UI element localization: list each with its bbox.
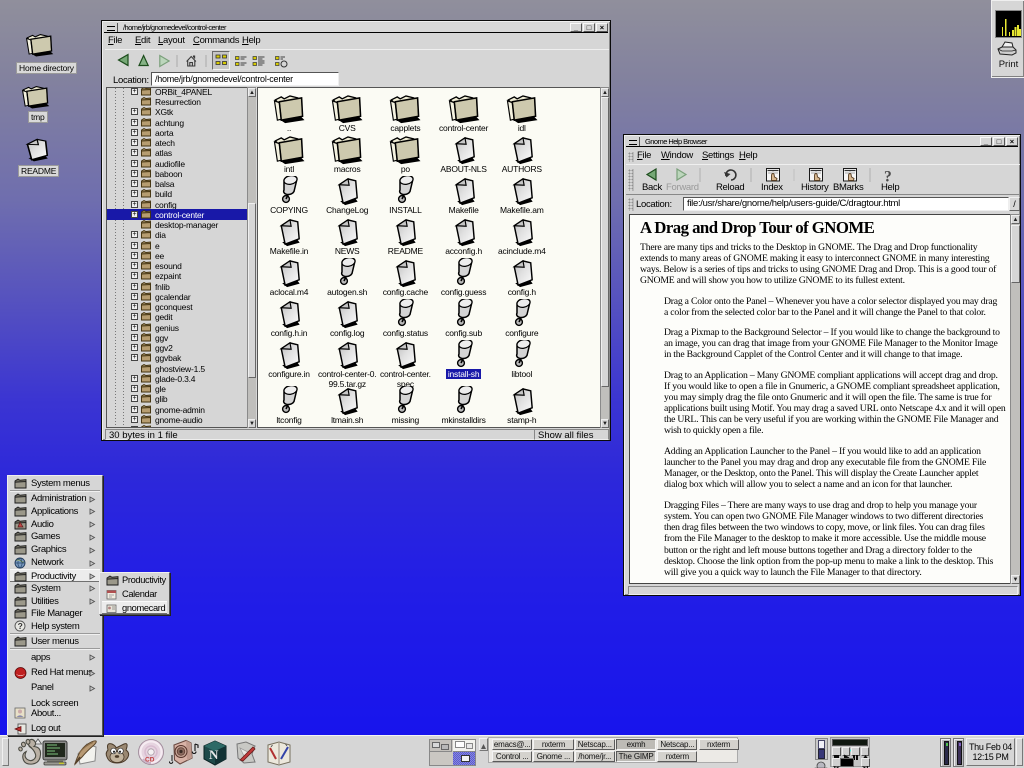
svg-text:N: N bbox=[209, 747, 219, 762]
svg-text:?: ? bbox=[18, 621, 23, 631]
svg-text:CD: CD bbox=[145, 757, 155, 764]
svg-text:?: ? bbox=[884, 169, 892, 183]
